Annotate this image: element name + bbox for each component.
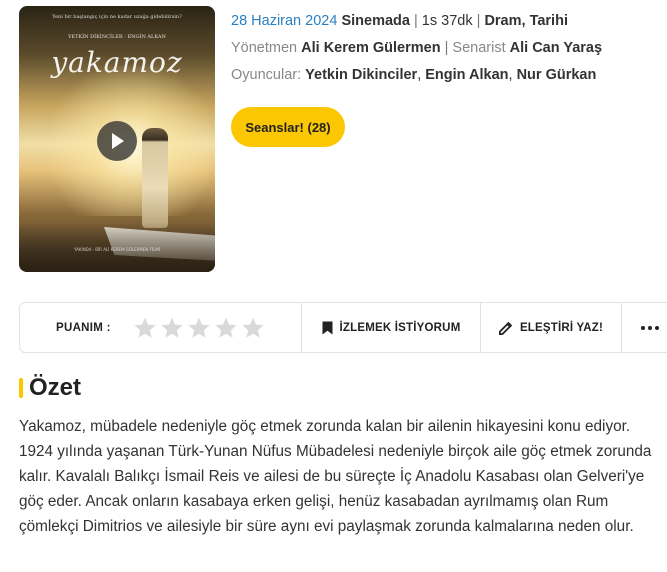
cast-member[interactable]: Engin Alkan bbox=[425, 67, 508, 83]
separator: | bbox=[413, 13, 418, 29]
poster-credits: YAKINDA · BİR ALİ KEREM GÜLERMEN FİLMİ bbox=[74, 247, 160, 252]
separator: | bbox=[476, 13, 481, 29]
writer-name[interactable]: Ali Can Yaraş bbox=[510, 40, 602, 56]
cast-member[interactable]: Yetkin Dikinciler bbox=[305, 67, 417, 83]
summary-heading: Özet bbox=[19, 374, 81, 402]
movie-info: 28 Haziran 2024 Sinemada | 1s 37dk | Dra… bbox=[231, 12, 602, 93]
director-name[interactable]: Ali Kerem Gülermen bbox=[301, 40, 440, 56]
rating-stars bbox=[133, 316, 265, 340]
poster-actor-names: YETKİN DİKİNCİLER · ENGİN ALKAN bbox=[68, 34, 166, 40]
poster-title: yakamoz bbox=[51, 46, 183, 79]
release-date[interactable]: 28 Haziran 2024 bbox=[231, 13, 337, 29]
release-status: Sinemada bbox=[341, 13, 410, 29]
duration: 1s 37dk bbox=[421, 13, 473, 29]
action-bar: PUANIM : İZLEMEK İSTİYORUM ELEŞTİRİ YAZ! bbox=[19, 302, 667, 353]
star-icon[interactable] bbox=[133, 316, 157, 340]
poster-tagline: Yeni bir başlangıç için ne kadar uzağa g… bbox=[52, 14, 182, 20]
cast-row: Oyuncular: Yetkin Dikinciler, Engin Alka… bbox=[231, 66, 602, 85]
showtimes-button[interactable]: Seanslar! (28) bbox=[231, 107, 345, 147]
summary-text: Yakamoz, mübadele nedeniyle göç etmek zo… bbox=[19, 418, 652, 535]
heading-accent-bar bbox=[19, 378, 23, 398]
star-icon[interactable] bbox=[241, 316, 265, 340]
write-review-button[interactable]: ELEŞTİRİ YAZ! bbox=[481, 303, 622, 352]
summary-title: Özet bbox=[29, 374, 82, 401]
play-icon bbox=[112, 133, 124, 149]
pencil-icon bbox=[498, 321, 512, 335]
more-dots-icon bbox=[641, 325, 659, 330]
genres[interactable]: Dram, Tarihi bbox=[484, 13, 568, 29]
cast-member[interactable]: Nur Gürkan bbox=[517, 67, 597, 83]
play-trailer-button[interactable] bbox=[97, 121, 137, 161]
comma: , bbox=[508, 67, 513, 83]
crew-row: Yönetmen Ali Kerem Gülermen | Senarist A… bbox=[231, 39, 602, 58]
watchlist-label: İZLEMEK İSTİYORUM bbox=[339, 321, 461, 334]
bookmark-icon bbox=[322, 321, 333, 334]
writer-label: Senarist bbox=[452, 40, 506, 56]
cast-label: Oyuncular: bbox=[231, 67, 302, 83]
director-label: Yönetmen bbox=[231, 40, 298, 56]
poster-figure bbox=[142, 128, 168, 228]
star-icon[interactable] bbox=[214, 316, 238, 340]
write-review-label: ELEŞTİRİ YAZ! bbox=[519, 321, 604, 334]
comma: , bbox=[417, 67, 422, 83]
star-icon[interactable] bbox=[160, 316, 184, 340]
separator: | bbox=[444, 40, 449, 56]
rating-label: PUANIM : bbox=[56, 321, 111, 334]
star-icon[interactable] bbox=[187, 316, 211, 340]
more-options-button[interactable] bbox=[622, 303, 667, 352]
rating-section: PUANIM : bbox=[20, 303, 302, 352]
watchlist-button[interactable]: İZLEMEK İSTİYORUM bbox=[302, 303, 481, 352]
release-row: 28 Haziran 2024 Sinemada | 1s 37dk | Dra… bbox=[231, 12, 602, 31]
